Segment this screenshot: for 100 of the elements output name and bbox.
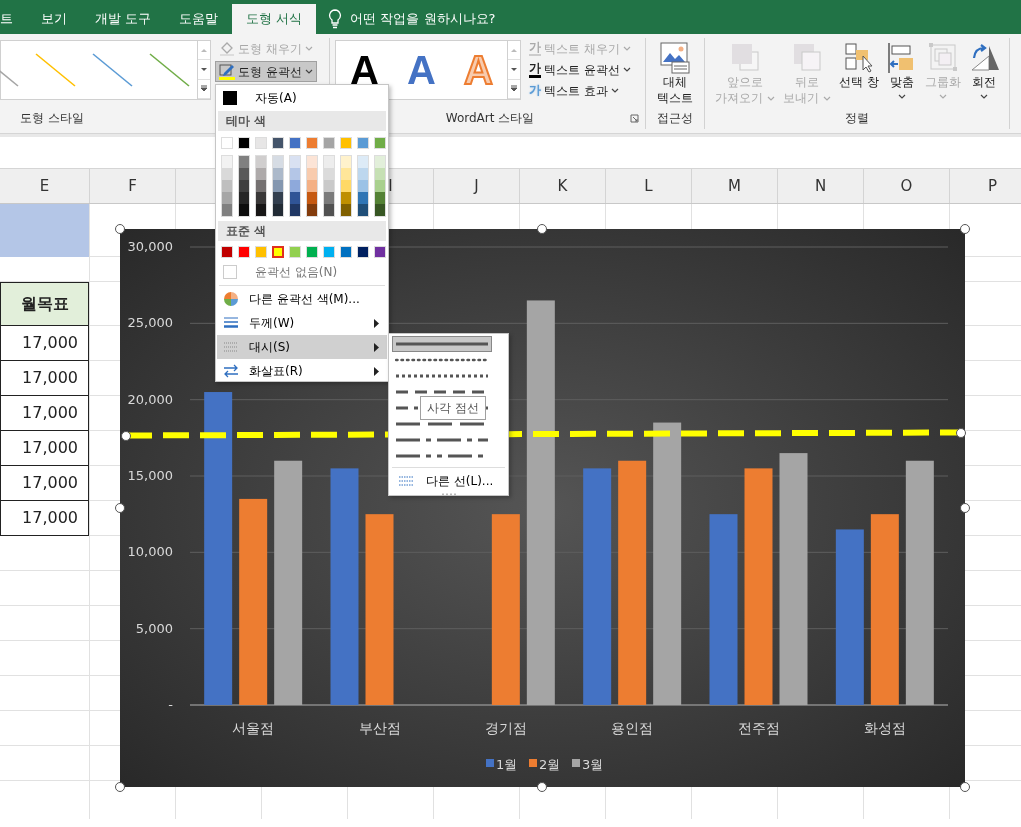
alt-text-button[interactable]: 대체 텍스트: [655, 38, 695, 107]
column-header[interactable]: K: [520, 169, 606, 203]
color-swatch[interactable]: [290, 156, 300, 168]
color-swatch[interactable]: [222, 192, 232, 204]
color-swatch[interactable]: [256, 204, 266, 216]
color-swatch[interactable]: [341, 168, 351, 180]
resize-handle[interactable]: [115, 503, 125, 513]
color-swatch[interactable]: [273, 156, 283, 168]
color-swatch[interactable]: [324, 180, 334, 192]
bar[interactable]: [835, 529, 864, 705]
color-swatch[interactable]: [256, 192, 266, 204]
dash-style-option[interactable]: [392, 336, 492, 352]
column-header[interactable]: M: [692, 169, 778, 203]
color-swatch[interactable]: [324, 192, 334, 204]
color-swatch[interactable]: [273, 192, 283, 204]
color-swatch[interactable]: [239, 204, 249, 216]
color-swatch[interactable]: [222, 168, 232, 180]
column-header[interactable]: F: [90, 169, 176, 203]
column-header[interactable]: J: [434, 169, 520, 203]
color-swatch[interactable]: [358, 180, 368, 192]
color-swatch[interactable]: [290, 168, 300, 180]
ribbon-tab[interactable]: 개발 도구: [81, 4, 166, 34]
color-swatch[interactable]: [290, 192, 300, 204]
ribbon-tab[interactable]: 트: [0, 4, 27, 34]
ribbon-tab[interactable]: 도형 서식: [232, 4, 317, 34]
color-swatch[interactable]: [375, 204, 385, 216]
bar[interactable]: [709, 514, 738, 705]
bar[interactable]: [653, 422, 682, 705]
color-swatch[interactable]: [290, 204, 300, 216]
lightbulb-icon[interactable]: [328, 9, 343, 29]
color-swatch[interactable]: [375, 192, 385, 204]
menu-item[interactable]: 윤곽선 없음(N): [217, 261, 387, 283]
color-swatch[interactable]: [341, 192, 351, 204]
line-handle[interactable]: [956, 428, 966, 438]
menu-item[interactable]: 대시(S): [217, 335, 387, 359]
column-header[interactable]: L: [606, 169, 692, 203]
color-swatch[interactable]: [358, 204, 368, 216]
color-swatch[interactable]: [307, 168, 317, 180]
resize-handle[interactable]: [537, 782, 547, 792]
column-header[interactable]: E: [0, 169, 90, 203]
color-swatch[interactable]: [239, 192, 249, 204]
arrange-button[interactable]: 선택 창: [837, 38, 881, 107]
text-command-button[interactable]: 가 텍스트 효과: [525, 80, 635, 101]
text-command-button[interactable]: 가 텍스트 윤곽선: [525, 59, 635, 80]
resize-handle[interactable]: [115, 224, 125, 234]
ribbon-tab[interactable]: 도움말: [165, 4, 233, 34]
color-swatch[interactable]: [358, 168, 368, 180]
color-swatch[interactable]: [375, 156, 385, 168]
resize-handle[interactable]: [960, 224, 970, 234]
ribbon-tab[interactable]: 보기: [27, 4, 81, 34]
column-header[interactable]: N: [778, 169, 864, 203]
color-swatch[interactable]: [341, 204, 351, 216]
menu-item[interactable]: 다른 윤곽선 색(M)...: [217, 287, 387, 311]
bar[interactable]: [204, 392, 233, 705]
color-swatch[interactable]: [307, 180, 317, 192]
resize-grip-icon[interactable]: [440, 493, 457, 496]
color-swatch[interactable]: [273, 180, 283, 192]
bar[interactable]: [905, 460, 934, 705]
resize-handle[interactable]: [960, 503, 970, 513]
tell-me-text[interactable]: 어떤 작업을 원하시나요?: [350, 9, 496, 29]
menu-item[interactable]: 두께(W): [217, 311, 387, 335]
wordart-style[interactable]: A: [401, 49, 442, 91]
bar[interactable]: [491, 514, 520, 705]
resize-handle[interactable]: [537, 224, 547, 234]
bar[interactable]: [870, 514, 899, 705]
bar[interactable]: [330, 468, 359, 705]
color-swatch[interactable]: [375, 168, 385, 180]
bar[interactable]: [744, 468, 773, 705]
resize-handle[interactable]: [115, 782, 125, 792]
color-swatch[interactable]: [222, 180, 232, 192]
color-swatch[interactable]: [324, 168, 334, 180]
resize-handle[interactable]: [960, 782, 970, 792]
color-swatch[interactable]: [324, 156, 334, 168]
shape-outline-button[interactable]: 도형 윤곽선: [215, 61, 317, 82]
color-swatch[interactable]: [358, 192, 368, 204]
color-swatch[interactable]: [273, 168, 283, 180]
menu-item[interactable]: 다른 선(L)...: [392, 471, 504, 491]
color-swatch[interactable]: [273, 204, 283, 216]
color-swatch[interactable]: [341, 156, 351, 168]
dialog-launcher-icon[interactable]: [630, 114, 639, 123]
color-swatch[interactable]: [290, 180, 300, 192]
color-swatch[interactable]: [307, 156, 317, 168]
color-swatch[interactable]: [256, 180, 266, 192]
color-swatch[interactable]: [375, 180, 385, 192]
color-swatch[interactable]: [256, 168, 266, 180]
color-swatch[interactable]: [256, 156, 266, 168]
bar[interactable]: [274, 460, 303, 705]
bar[interactable]: [239, 498, 268, 705]
line-handle[interactable]: [121, 431, 131, 441]
color-swatch[interactable]: [324, 204, 334, 216]
column-header[interactable]: O: [864, 169, 950, 203]
bar[interactable]: [779, 453, 808, 705]
color-swatch[interactable]: [239, 156, 249, 168]
menu-item[interactable]: 화살표(R): [217, 359, 387, 383]
bar[interactable]: [365, 514, 394, 705]
color-swatch[interactable]: [307, 204, 317, 216]
bar[interactable]: [618, 460, 647, 705]
color-swatch[interactable]: [239, 168, 249, 180]
color-swatch[interactable]: [239, 180, 249, 192]
arrange-button[interactable]: 맞춤: [884, 38, 919, 107]
